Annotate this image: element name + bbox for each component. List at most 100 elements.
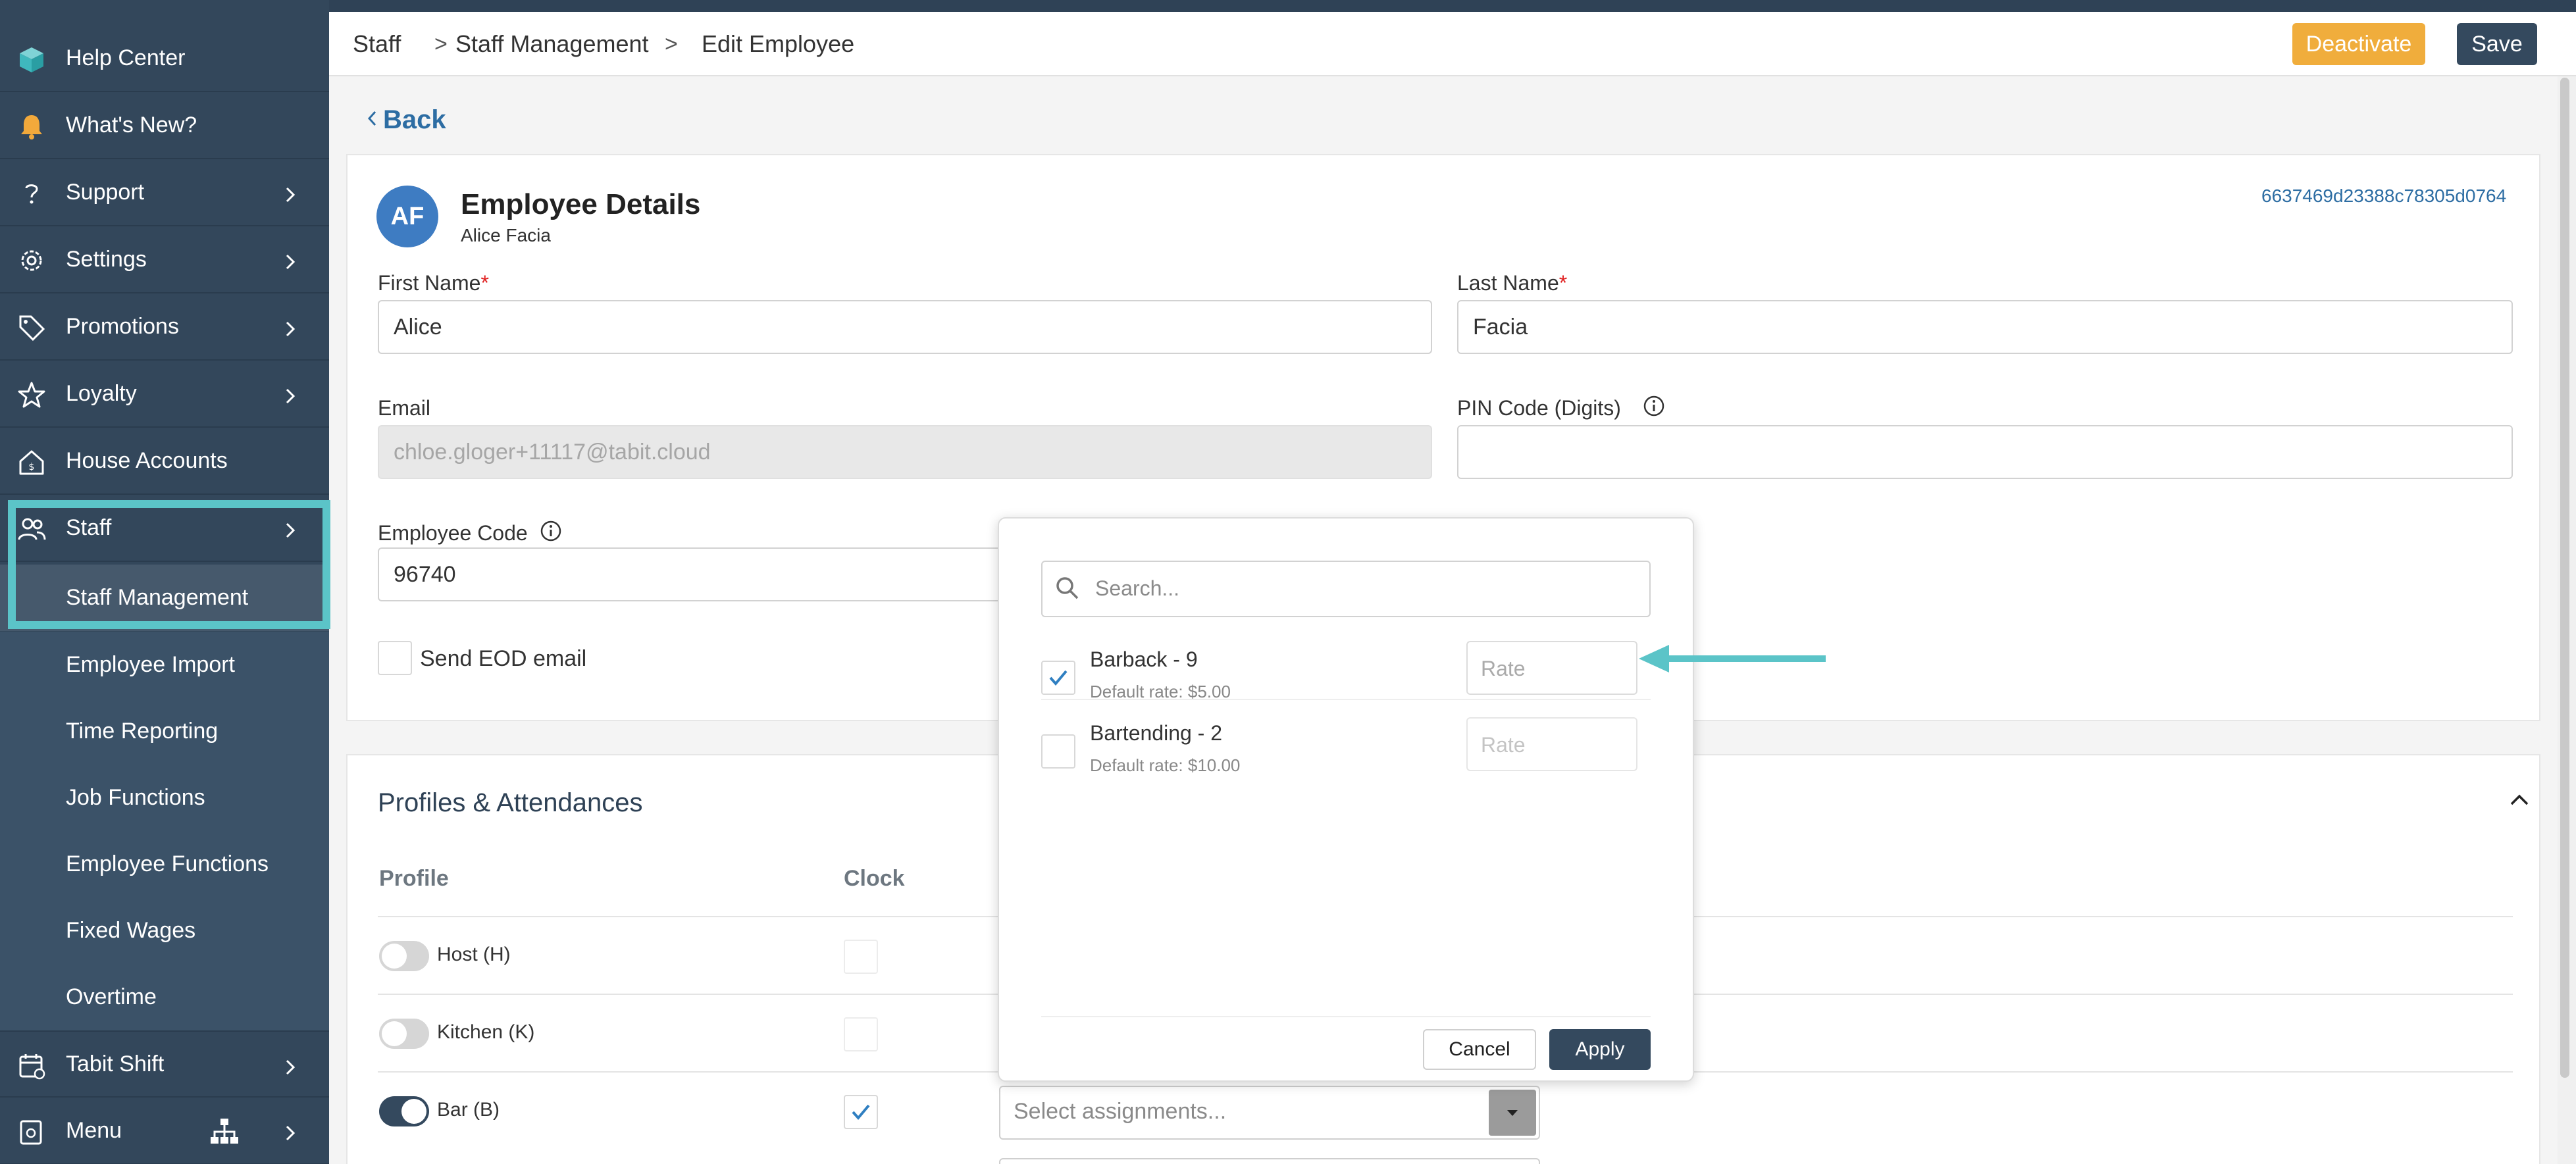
- sidebar-subitem-time-reporting[interactable]: Time Reporting: [0, 698, 329, 765]
- email-label: Email: [378, 396, 431, 420]
- send-eod-checkbox[interactable]: [378, 641, 412, 675]
- sidebar-item-loyalty[interactable]: Loyalty: [0, 361, 329, 428]
- sidebar-item-promotions[interactable]: Promotions: [0, 293, 329, 361]
- sidebar-subitem-job-functions[interactable]: Job Functions: [0, 765, 329, 831]
- deactivate-button[interactable]: Deactivate: [2292, 23, 2425, 65]
- help-center-icon: [20, 47, 43, 72]
- required-mark: *: [480, 271, 489, 295]
- checkmark-icon: [1049, 670, 1068, 686]
- first-name-label: First Name*: [378, 271, 489, 295]
- item-default-rate: Default rate: $10.00: [1090, 755, 1241, 775]
- info-icon[interactable]: [1643, 395, 1665, 417]
- item-name: Bartending - 2: [1090, 721, 1223, 745]
- item-name: Barback - 9: [1090, 647, 1198, 671]
- clock-checkbox-kitchen[interactable]: [844, 1017, 878, 1051]
- sidebar-item-support[interactable]: Support: [0, 159, 329, 226]
- sidebar-subitem-overtime[interactable]: Overtime: [0, 964, 329, 1030]
- sidebar-item-settings[interactable]: Settings: [0, 226, 329, 293]
- apply-button[interactable]: Apply: [1549, 1029, 1651, 1070]
- sidebar-item-label: Time Reporting: [66, 719, 219, 744]
- rate-input-bartending[interactable]: Rate: [1466, 717, 1637, 771]
- breadcrumb-separator: >: [434, 32, 448, 57]
- menu-book-icon: [20, 1120, 42, 1145]
- sidebar-item-label: Support: [66, 179, 145, 205]
- sidebar-item-label: House Accounts: [66, 447, 228, 473]
- send-eod-label: Send EOD email: [420, 646, 587, 671]
- search-icon: [1056, 577, 1079, 599]
- popup-search-input[interactable]: Search...: [1041, 561, 1651, 617]
- profile-toggle-kitchen[interactable]: [379, 1019, 429, 1049]
- top-strip: [329, 0, 2576, 12]
- avatar: AF: [376, 186, 438, 247]
- clock-checkbox-bar[interactable]: [844, 1095, 878, 1129]
- sidebar-item-label: Employee Functions: [66, 851, 269, 876]
- sidebar-item-whats-new[interactable]: What's New?: [0, 92, 329, 159]
- breadcrumb-staff[interactable]: Staff: [353, 30, 401, 58]
- breadcrumb-staff-management[interactable]: Staff Management: [455, 30, 649, 58]
- email-field: chloe.gloger+11117@tabit.cloud: [378, 425, 1432, 479]
- save-button[interactable]: Save: [2457, 23, 2537, 65]
- sidebar-item-tabit-shift[interactable]: Tabit Shift: [0, 1030, 329, 1098]
- house-icon: $: [19, 450, 44, 475]
- search-placeholder: Search...: [1095, 576, 1180, 600]
- sidebar-item-label: Loyalty: [66, 380, 137, 406]
- employee-code-label: Employee Code: [378, 521, 528, 545]
- breadcrumb-separator: >: [665, 32, 678, 57]
- cancel-button[interactable]: Cancel: [1423, 1029, 1536, 1070]
- chevron-right-icon: [286, 321, 296, 337]
- chevron-right-icon: [286, 1059, 296, 1075]
- clock-checkbox-host[interactable]: [844, 940, 878, 974]
- divider: [1041, 699, 1651, 700]
- sidebar-item-help-center[interactable]: Help Center: [0, 25, 329, 92]
- info-icon[interactable]: [540, 520, 562, 542]
- assignments-popup: Search... Barback - 9 Default rate: $5.0…: [998, 517, 1694, 1082]
- caret-down-icon: [1507, 1110, 1518, 1116]
- sidebar-item-label: Promotions: [66, 313, 179, 339]
- profile-toggle-bar[interactable]: [379, 1096, 429, 1126]
- chevron-right-icon: [286, 1125, 296, 1141]
- scrollbar-thumb[interactable]: [2560, 78, 2569, 1078]
- column-header-clock: Clock: [844, 866, 905, 891]
- rate-input-barback[interactable]: Rate: [1466, 641, 1637, 695]
- star-icon: [18, 382, 45, 408]
- profile-toggle-host[interactable]: [379, 941, 429, 971]
- checkmark-icon: [852, 1104, 870, 1121]
- assignments-select-next[interactable]: [999, 1158, 1540, 1164]
- column-header-profile: Profile: [379, 866, 449, 891]
- last-name-label: Last Name*: [1457, 271, 1567, 295]
- sidebar-subitem-fixed-wages[interactable]: Fixed Wages: [0, 898, 329, 964]
- sidebar-item-label: Employee Import: [66, 652, 235, 677]
- list-item[interactable]: Barback - 9 Default rate: $5.00 Rate: [1041, 640, 1651, 716]
- assignments-select[interactable]: Select assignments...: [999, 1086, 1540, 1140]
- chevron-up-icon[interactable]: [2508, 790, 2531, 809]
- breadcrumb-edit-employee: Edit Employee: [702, 30, 855, 57]
- first-name-field[interactable]: Alice: [378, 300, 1432, 354]
- pin-code-field[interactable]: [1457, 425, 2513, 479]
- section-title: Employee Details: [461, 188, 701, 220]
- chevron-right-icon: [286, 187, 296, 203]
- employee-full-name: Alice Facia: [461, 225, 551, 245]
- back-link[interactable]: Back: [366, 105, 446, 135]
- svg-text:$: $: [29, 462, 35, 472]
- sitemap-icon[interactable]: [209, 1117, 240, 1145]
- sidebar-item-label: Job Functions: [66, 785, 205, 810]
- pin-code-label: PIN Code (Digits): [1457, 396, 1621, 420]
- sidebar-item-label: Menu: [66, 1117, 122, 1143]
- employee-id[interactable]: 6637469d23388c78305d0764: [2261, 186, 2506, 207]
- sidebar-item-label: Fixed Wages: [66, 918, 196, 943]
- divider: [1041, 1016, 1651, 1017]
- profile-name: Host (H): [437, 944, 511, 965]
- sidebar-item-menu[interactable]: Menu: [0, 1098, 329, 1164]
- sidebar-item-house-accounts[interactable]: $ House Accounts: [0, 428, 329, 495]
- list-item[interactable]: Bartending - 2 Default rate: $10.00 Rate: [1041, 713, 1651, 790]
- rate-placeholder: Rate: [1481, 733, 1526, 757]
- last-name-field[interactable]: Facia: [1457, 300, 2513, 354]
- profile-name: Kitchen (K): [437, 1021, 535, 1043]
- tag-icon: [19, 315, 45, 342]
- item-checkbox-barback[interactable]: [1041, 661, 1075, 695]
- sidebar-subitem-employee-import[interactable]: Employee Import: [0, 632, 329, 698]
- sidebar-subitem-employee-functions[interactable]: Employee Functions: [0, 831, 329, 898]
- dropdown-toggle[interactable]: [1489, 1090, 1536, 1136]
- item-checkbox-bartending[interactable]: [1041, 734, 1075, 769]
- last-name-label-text: Last Name: [1457, 271, 1559, 295]
